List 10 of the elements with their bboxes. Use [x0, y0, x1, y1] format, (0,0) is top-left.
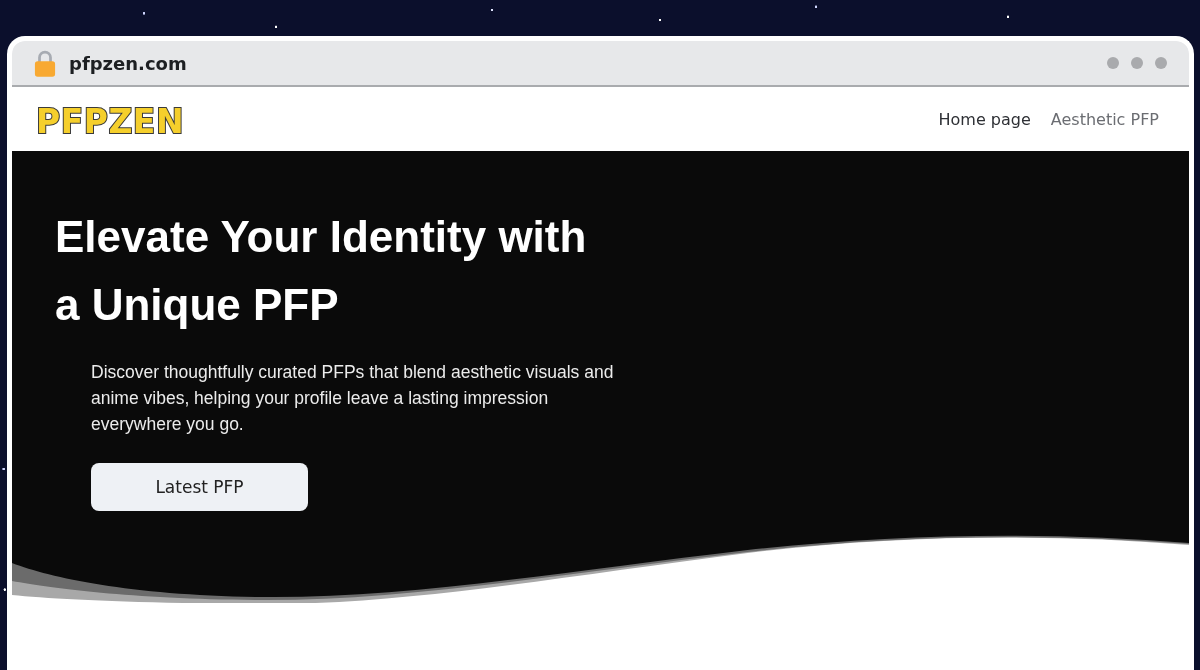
window-control-icon[interactable]	[1131, 57, 1143, 69]
nav-link[interactable]: Home page	[938, 109, 1031, 129]
window-control-icon[interactable]	[1155, 57, 1167, 69]
url-text: pfpzen.com	[69, 52, 187, 74]
hero-description: Discover thoughtfully curated PFPs that blend aesthetic visuals and anime vibes, helping your profile leave a lasting impression everywhere you go.	[91, 361, 615, 436]
lock-icon	[34, 49, 56, 77]
window-control-icon[interactable]	[1107, 57, 1119, 69]
latest-pfp-button[interactable]: Latest PFP	[91, 463, 308, 511]
hero-heading: Elevate Your Identity with a Unique PFP	[55, 211, 588, 331]
nav-link[interactable]: Aesthetic PFP	[1050, 109, 1159, 129]
